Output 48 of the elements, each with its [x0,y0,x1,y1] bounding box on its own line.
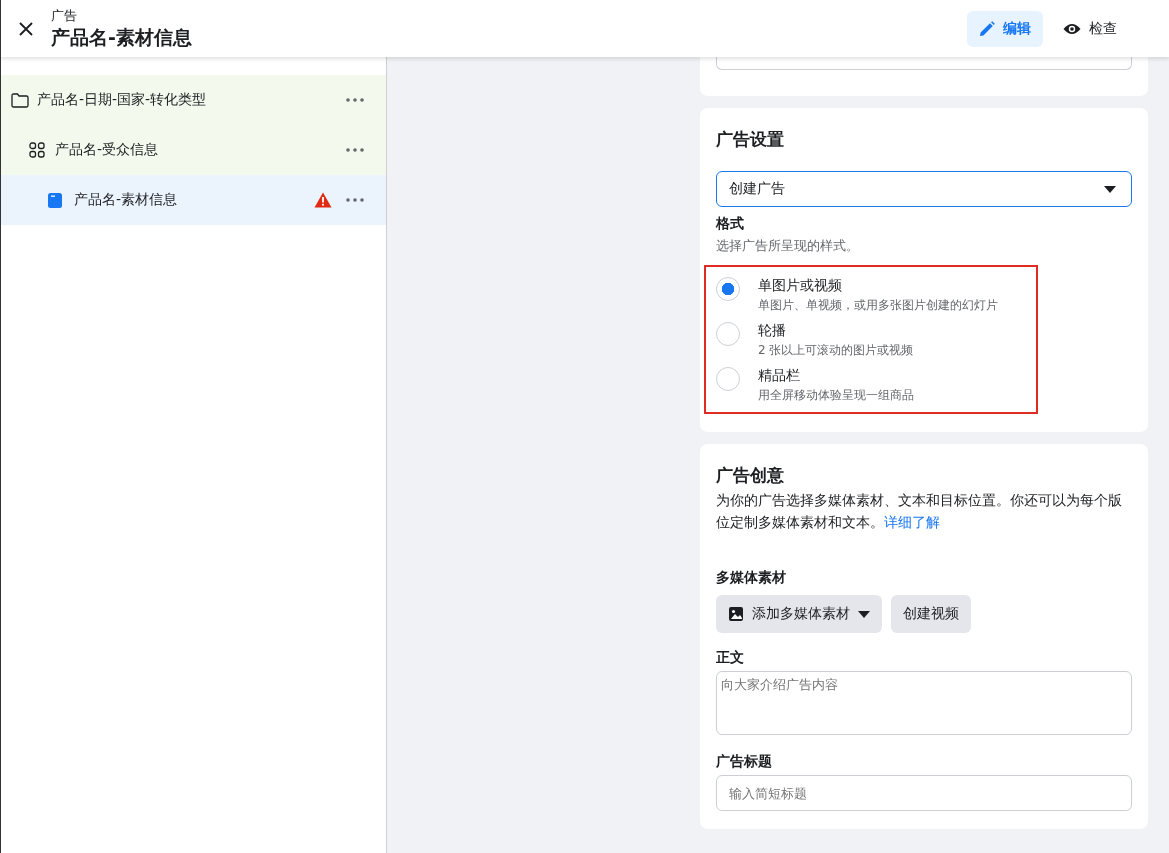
input-field[interactable] [716,57,1132,70]
format-option[interactable]: 轮播 2 张以上可滚动的图片或视频 [716,318,1036,363]
section-title: 广告设置 [716,128,785,151]
option-label: 单图片或视频 [758,277,843,295]
option-description: 单图片、单视频，或用多张图片创建的幻灯片 [758,297,998,314]
grid-icon [29,142,45,158]
format-hint: 选择广告所呈现的样式。 [716,237,860,255]
create-video-button[interactable]: 创建视频 [891,595,971,633]
option-description: 用全屏移动体验呈现一组商品 [758,387,914,404]
tree-item-label: 产品名-素材信息 [74,191,178,209]
image-icon [728,606,744,622]
view-button[interactable]: 检查 [1051,10,1129,47]
section-title: 广告创意 [716,464,785,487]
pencil-icon [979,20,995,37]
folder-icon [11,92,29,108]
close-icon [19,21,33,36]
add-media-button[interactable]: 添加多媒体素材 [716,595,882,633]
media-label: 多媒体素材 [716,569,787,587]
headline-label: 广告标题 [716,753,773,771]
more-icon[interactable] [346,98,364,102]
body-text-field[interactable]: 向大家介绍广告内容 [716,671,1132,735]
eye-icon [1063,22,1081,35]
page-title: 产品名-素材信息 [51,24,192,50]
section-description: 为你的广告选择多媒体素材、文本和目标位置。你还可以为每个版位定制多媒体素材和文本。详细了解 [716,491,1123,532]
body-label: 正文 [716,649,745,667]
option-label: 轮播 [758,322,787,340]
option-description: 2 张以上可滚动的图片或视频 [758,342,914,359]
caret-icon [1104,185,1116,193]
option-label: 精品栏 [758,367,801,385]
headline-field[interactable]: 输入简短标题 [716,775,1132,811]
format-option[interactable]: 单图片或视频 单图片、单视频，或用多张图片创建的幻灯片 [716,273,1036,318]
learn-more-link[interactable]: 详细了解 [884,514,940,530]
more-icon[interactable] [346,148,364,152]
tree-item[interactable]: 产品名-日期-国家-转化类型 [1,75,386,125]
more-icon[interactable] [346,198,364,202]
tree-item-label: 产品名-受众信息 [55,141,159,159]
ad-dropdown[interactable]: 创建广告 [716,171,1132,207]
tree-item[interactable]: 产品名-受众信息 [1,125,386,175]
radio-button[interactable] [716,277,740,301]
tree-item-label: 产品名-日期-国家-转化类型 [37,91,207,109]
warning-icon [314,192,332,208]
tree-item[interactable]: 产品名-素材信息 [1,175,386,225]
format-label: 格式 [716,215,745,233]
edit-button[interactable]: 编辑 [967,10,1043,47]
format-option[interactable]: 精品栏 用全屏移动体验呈现一组商品 [716,363,1036,408]
ad-icon [48,192,62,208]
caret-icon [858,610,870,618]
breadcrumb-label: 广告 [51,6,78,25]
